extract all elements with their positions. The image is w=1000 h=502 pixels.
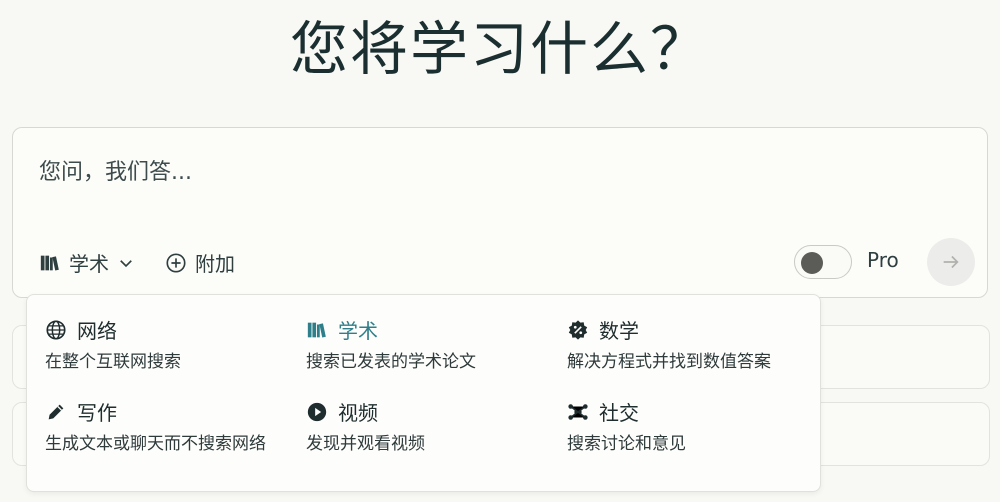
menu-item-description: 解决方程式并找到数值答案 <box>567 352 771 372</box>
focus-selector-label: 学术 <box>69 252 109 276</box>
books-icon <box>40 255 59 271</box>
menu-item-label: 写作 <box>77 401 117 425</box>
page-title: 您将学习什么？ <box>289 15 710 83</box>
focus-selector-button[interactable]: 学术 <box>39 248 135 277</box>
menu-item-label: 网络 <box>77 319 117 343</box>
menu-item-academic[interactable]: 学术 搜索已发表的学术论文 <box>306 315 546 375</box>
menu-item-label: 社交 <box>599 401 639 425</box>
play-circle-icon <box>307 402 327 421</box>
menu-item-video[interactable]: 视频 发现并观看视频 <box>306 397 546 457</box>
menu-item-label: 视频 <box>338 401 378 425</box>
menu-item-math[interactable]: 数学 解决方程式并找到数值答案 <box>567 315 807 375</box>
globe-icon <box>46 319 66 340</box>
submit-button[interactable] <box>927 238 975 286</box>
pencil-icon <box>48 404 64 419</box>
search-input[interactable] <box>37 156 641 188</box>
menu-item-description: 在整个互联网搜索 <box>45 352 181 372</box>
percent-badge-icon <box>568 319 588 340</box>
plus-circle-icon <box>166 252 186 273</box>
menu-item-description: 生成文本或聊天而不搜索网络 <box>45 434 266 454</box>
menu-item-label: 学术 <box>338 319 378 343</box>
pro-label: Pro <box>867 248 899 272</box>
focus-dropdown-menu: 网络 在整个互联网搜索 学术 搜索已发表的学术论文 数学 解决方程式并找到数值答… <box>26 294 821 492</box>
menu-item-description: 搜索已发表的学术论文 <box>306 352 476 372</box>
menu-item-description: 搜索讨论和意见 <box>567 434 686 454</box>
menu-item-writing[interactable]: 写作 生成文本或聊天而不搜索网络 <box>45 397 285 457</box>
books-icon <box>307 322 326 338</box>
chevron-down-icon <box>120 259 132 267</box>
search-box: 学术 附加 Pro <box>12 127 988 298</box>
attach-button[interactable]: 附加 <box>165 248 235 277</box>
pro-toggle[interactable] <box>794 245 852 279</box>
menu-item-label: 数学 <box>599 319 639 343</box>
menu-item-web[interactable]: 网络 在整个互联网搜索 <box>45 315 285 375</box>
network-icon <box>568 403 588 420</box>
arrow-right-icon <box>943 255 959 269</box>
menu-item-social[interactable]: 社交 搜索讨论和意见 <box>567 397 807 457</box>
menu-item-description: 发现并观看视频 <box>306 434 425 454</box>
attach-label: 附加 <box>195 252 235 276</box>
toggle-knob <box>801 252 823 274</box>
